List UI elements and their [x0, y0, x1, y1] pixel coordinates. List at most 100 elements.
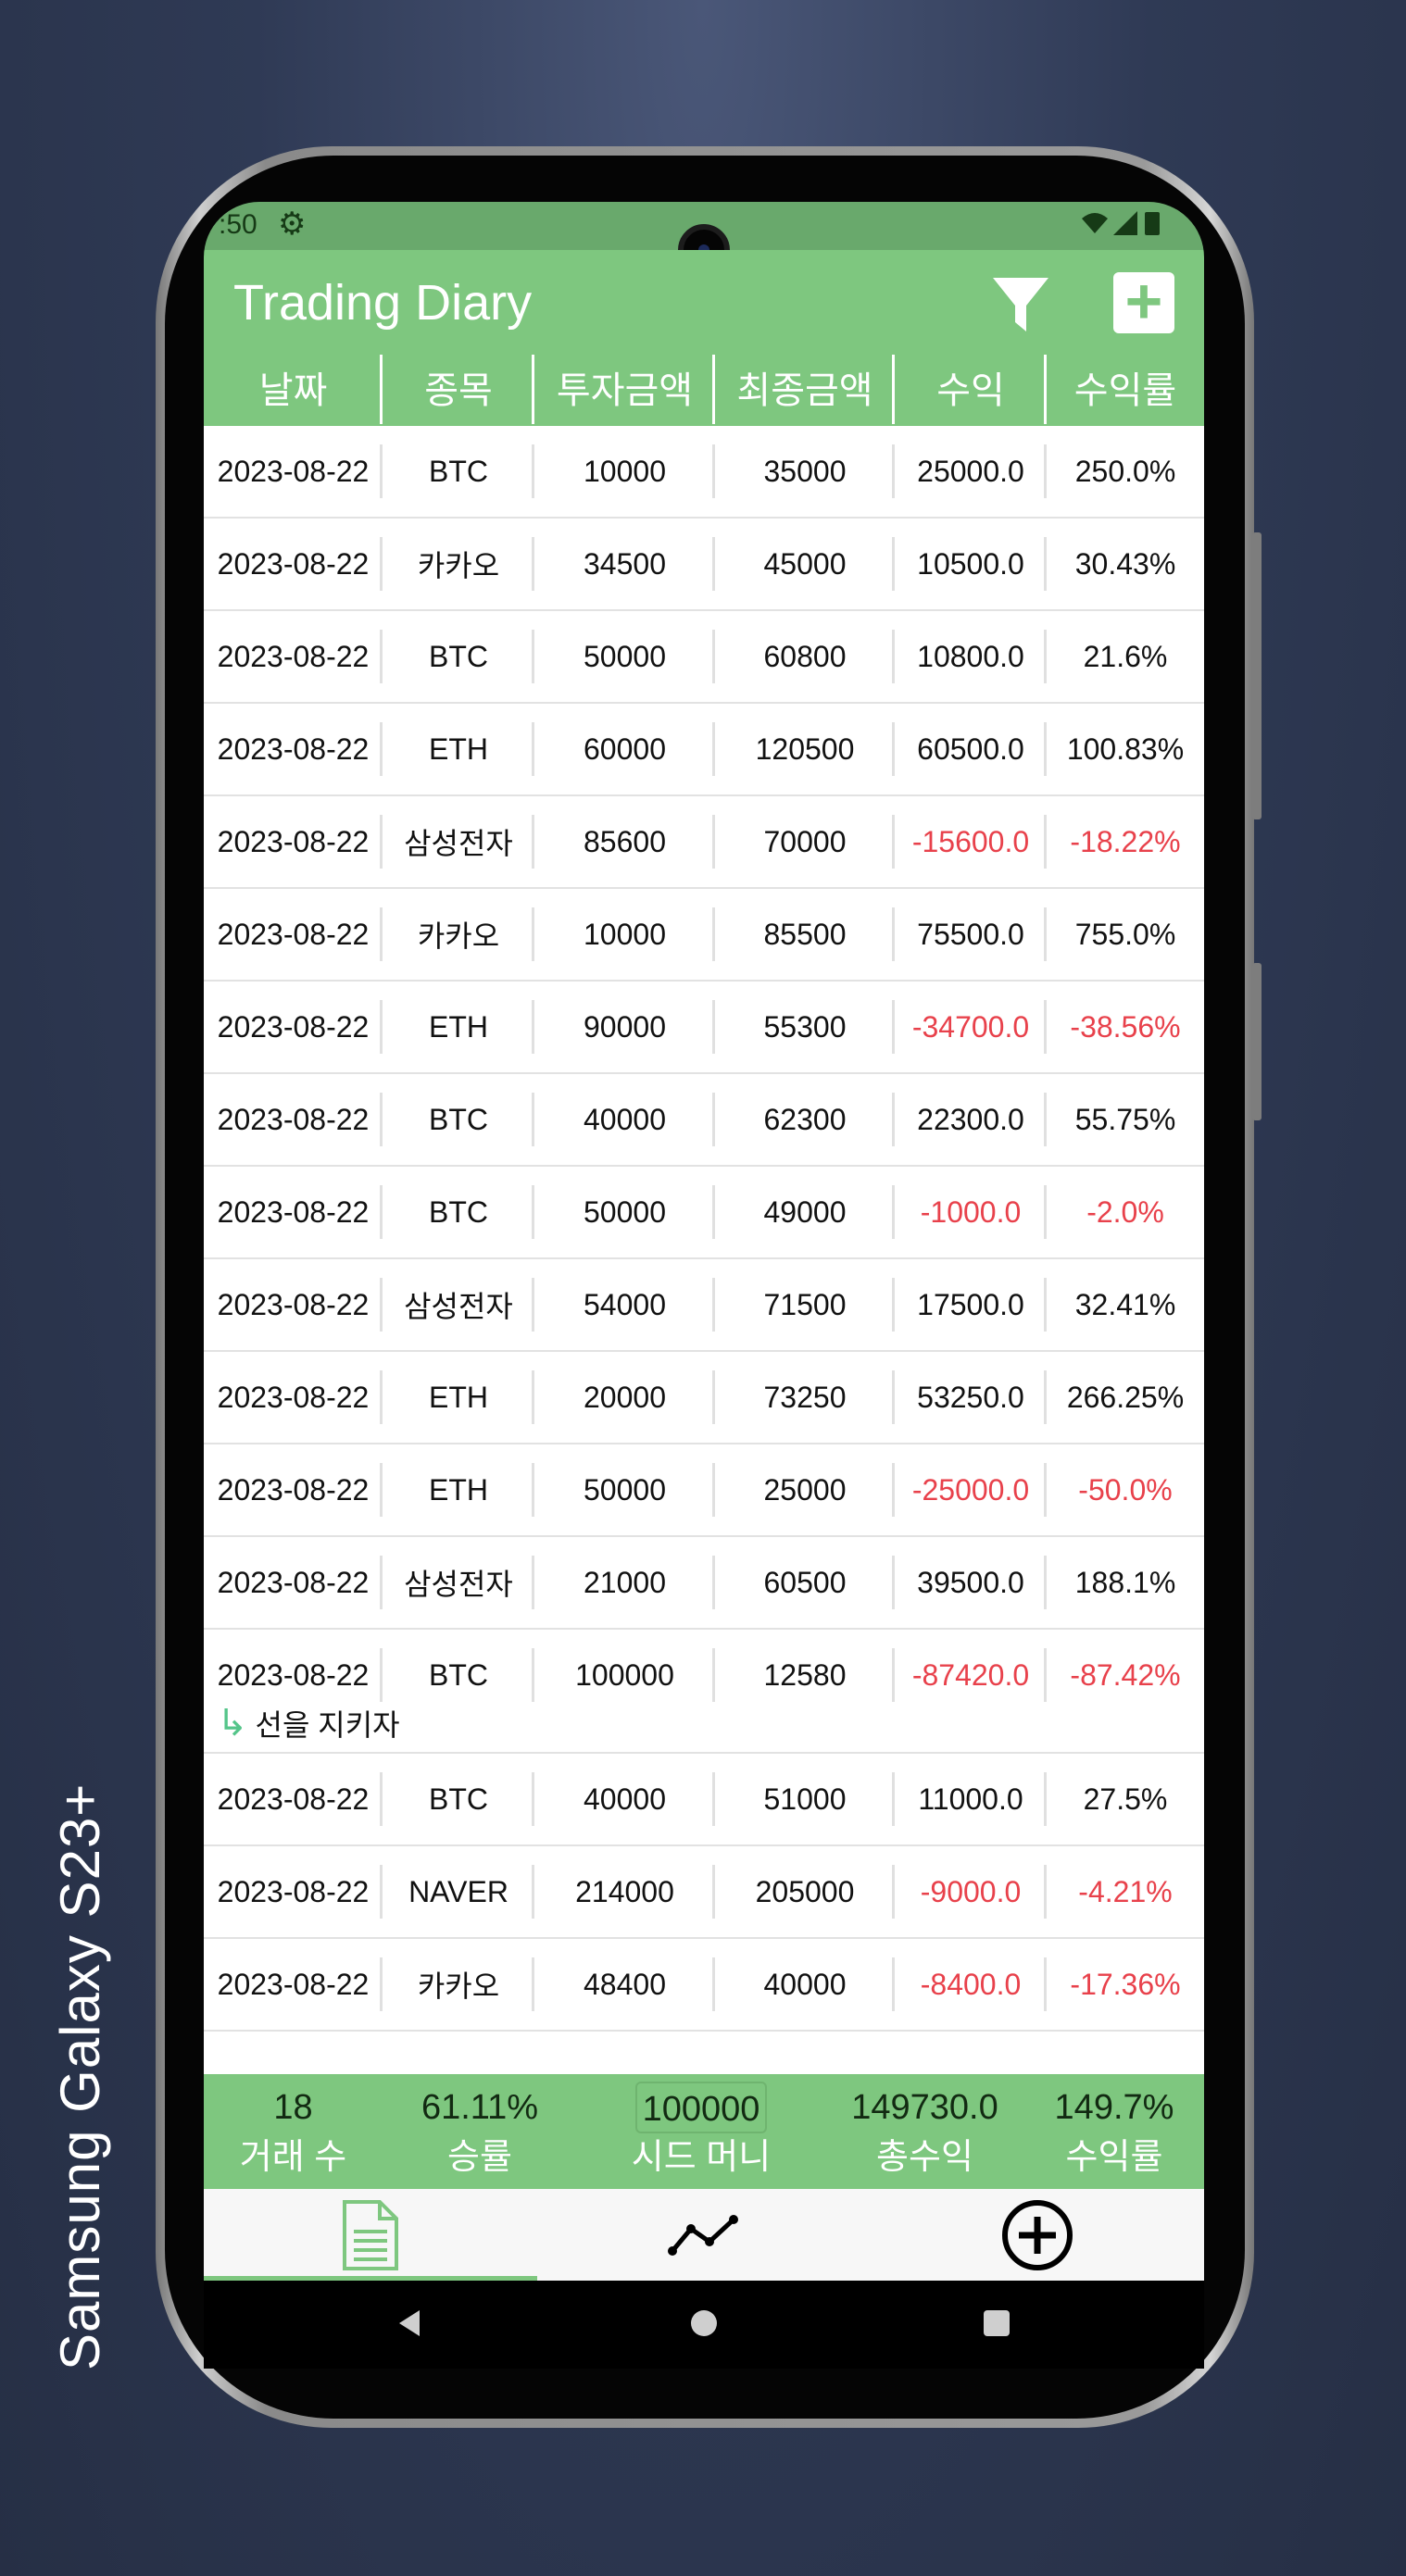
cell-invest: 60000 [534, 704, 715, 794]
cell-date: 2023-08-22 [204, 889, 383, 980]
cell-rate: 32.41% [1074, 1287, 1176, 1321]
cell-profit: -15600.0 [895, 796, 1047, 887]
cell-date: 2023-08-22 [204, 519, 383, 609]
table-row[interactable]: 2023-08-22 BTC 40000 51000 11000.0 27.5% [204, 1754, 1204, 1846]
win-rate-value: 61.11% [421, 2088, 539, 2127]
cell-invest: 10000 [534, 426, 715, 517]
cell-invest: 50000 [534, 1167, 715, 1257]
table-row[interactable]: 2023-08-22 NAVER 214000 205000 -9000.0 -4.21% [204, 1846, 1204, 1939]
nav-trade-list[interactable] [204, 2189, 537, 2281]
table-row[interactable]: 2023-08-22 BTC 10000 35000 25000.0 250.0% [204, 426, 1204, 519]
cell-rate: -38.56% [1070, 1009, 1181, 1044]
power-button [1252, 963, 1262, 1120]
cell-rate: -17.36% [1070, 1967, 1181, 2001]
table-row[interactable]: 2023-08-22 카카오 10000 85500 75500.0 755.0% [204, 889, 1204, 982]
cell-ticker: 삼성전자 [383, 1537, 534, 1628]
table-row[interactable]: 2023-08-22 삼성전자 21000 60500 39500.0 188.1% [204, 1537, 1204, 1630]
trade-count-label: 거래 수 [239, 2138, 347, 2177]
seed-money-input[interactable]: 100000 [634, 2082, 768, 2133]
table-row[interactable]: 2023-08-22 ETH 60000 120500 60500.0 100.83% [204, 704, 1204, 796]
column-header-invest[interactable]: 투자금액 [534, 347, 715, 426]
home-icon[interactable] [687, 2307, 721, 2340]
cell-final: 205000 [715, 1846, 895, 1937]
column-header-date[interactable]: 날짜 [204, 347, 383, 426]
table-row[interactable]: 2023-08-22 삼성전자 54000 71500 17500.0 32.41% [204, 1259, 1204, 1352]
table-row[interactable]: 2023-08-22 ETH 90000 55300 -34700.0 -38.56% [204, 982, 1204, 1074]
cell-date: 2023-08-22 [204, 1074, 383, 1165]
table-row[interactable]: 2023-08-22 ETH 20000 73250 53250.0 266.25% [204, 1352, 1204, 1444]
cell-invest: 214000 [534, 1846, 715, 1937]
column-header-final[interactable]: 최종금액 [715, 347, 895, 426]
cell-profit: 75500.0 [895, 889, 1047, 980]
cell-date: 2023-08-22 [204, 1939, 383, 2030]
cell-profit: 10800.0 [895, 611, 1047, 702]
cell-final: 35000 [715, 426, 895, 517]
cell-invest: 40000 [534, 1754, 715, 1844]
cell-rate: -18.22% [1070, 824, 1181, 858]
trade-list[interactable]: 2023-08-22 BTC 10000 35000 25000.0 250.0% 2023… [204, 426, 1204, 2275]
table-row[interactable]: 2023-08-22 ETH 50000 25000 -25000.0 -50.0% [204, 1444, 1204, 1537]
cell-profit: 25000.0 [895, 426, 1047, 517]
total-rate-label: 수익률 [1065, 2138, 1163, 2177]
cell-final: 49000 [715, 1167, 895, 1257]
status-icons [1080, 209, 1163, 244]
cell-rate: 266.25% [1066, 1380, 1185, 1414]
total-profit-value: 149730.0 [851, 2088, 998, 2127]
cell-rate: 30.43% [1074, 546, 1176, 581]
cell-ticker: 삼성전자 [383, 796, 534, 887]
volume-button [1252, 532, 1262, 819]
document-list-icon [343, 2199, 398, 2270]
summary-total-profit: 149730.0 총수익 [825, 2074, 1024, 2189]
column-header-rate[interactable]: 수익률 [1047, 347, 1204, 426]
summary-trade-count: 18 거래 수 [204, 2074, 383, 2189]
cell-rate: 21.6% [1083, 639, 1168, 673]
cell-ticker: 카카오 [383, 889, 534, 980]
cell-profit: 39500.0 [895, 1537, 1047, 1628]
cell-invest: 10000 [534, 889, 715, 980]
cell-date: 2023-08-22 [204, 426, 383, 517]
status-time: :50 [219, 209, 257, 240]
back-icon[interactable] [394, 2307, 427, 2340]
cell-ticker: ETH [383, 704, 534, 794]
cell-profit: 60500.0 [895, 704, 1047, 794]
table-row[interactable]: 2023-08-22 카카오 34500 45000 10500.0 30.43% [204, 519, 1204, 611]
add-circle-icon [1002, 2199, 1073, 2270]
cell-date: 2023-08-22 [204, 1444, 383, 1535]
cell-ticker: ETH [383, 982, 534, 1072]
cell-profit: -1000.0 [895, 1167, 1047, 1257]
cell-invest: 20000 [534, 1352, 715, 1443]
cell-invest: 85600 [534, 796, 715, 887]
cell-rate: 250.0% [1074, 454, 1176, 488]
column-header-ticker[interactable]: 종목 [383, 347, 534, 426]
table-row[interactable]: 2023-08-22 BTC 50000 49000 -1000.0 -2.0% [204, 1167, 1204, 1259]
cell-final: 85500 [715, 889, 895, 980]
cell-final: 60500 [715, 1537, 895, 1628]
cell-final: 25000 [715, 1444, 895, 1535]
table-row[interactable]: 2023-08-22 BTC 40000 62300 22300.0 55.75% [204, 1074, 1204, 1167]
cell-rate: 55.75% [1074, 1102, 1176, 1136]
cell-rate: -50.0% [1078, 1472, 1173, 1507]
nav-chart[interactable] [537, 2189, 871, 2281]
table-row[interactable]: 2023-08-22 삼성전자 85600 70000 -15600.0 -18.22% [204, 796, 1204, 889]
filter-funnel-icon[interactable] [991, 274, 1050, 335]
cell-final: 120500 [715, 704, 895, 794]
app-bar: Trading Diary + [204, 250, 1204, 347]
cell-date: 2023-08-22 [204, 1537, 383, 1628]
recents-icon[interactable] [980, 2307, 1013, 2340]
cell-final: 70000 [715, 796, 895, 887]
cell-date: 2023-08-22 [204, 704, 383, 794]
cell-date: 2023-08-22 [204, 611, 383, 702]
nav-add[interactable] [871, 2189, 1204, 2281]
cell-ticker: BTC [383, 1630, 534, 1720]
cell-ticker: BTC [383, 1167, 534, 1257]
cell-profit: 17500.0 [895, 1259, 1047, 1350]
table-row[interactable]: 2023-08-22 BTC 50000 60800 10800.0 21.6% [204, 611, 1204, 704]
table-row[interactable]: 2023-08-22 BTC 100000 12580 -87420.0 -87.42% [204, 1630, 1204, 1722]
table-row[interactable]: 2023-08-22 카카오 48400 40000 -8400.0 -17.36% [204, 1939, 1204, 2032]
column-header-profit[interactable]: 수익 [895, 347, 1047, 426]
cell-invest: 48400 [534, 1939, 715, 2030]
cell-invest: 40000 [534, 1074, 715, 1165]
cell-profit: 10500.0 [895, 519, 1047, 609]
add-square-icon[interactable]: + [1113, 269, 1174, 333]
cell-profit: 53250.0 [895, 1352, 1047, 1443]
